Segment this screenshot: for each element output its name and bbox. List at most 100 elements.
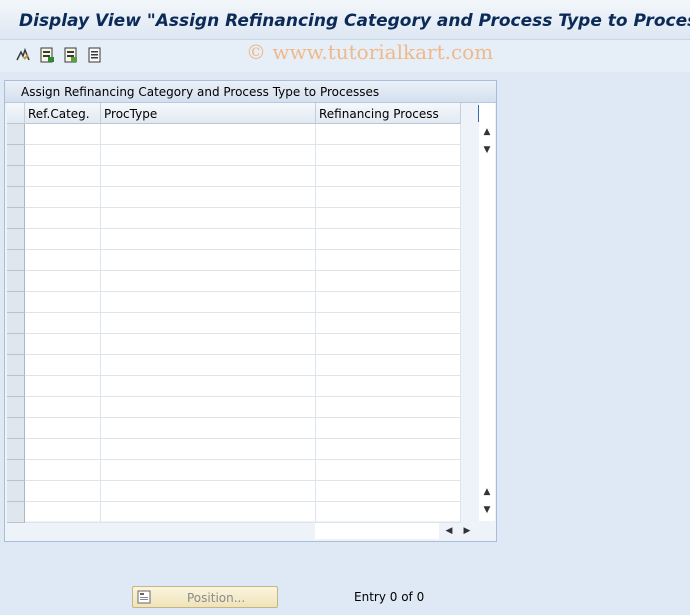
table-row[interactable] (7, 208, 461, 229)
table-cell[interactable] (101, 271, 316, 292)
table-cell[interactable] (101, 439, 316, 460)
table-cell[interactable] (25, 376, 101, 397)
table-cell[interactable] (25, 502, 101, 523)
row-selector[interactable] (7, 208, 25, 229)
table-cell[interactable] (316, 313, 461, 334)
table-cell[interactable] (25, 145, 101, 166)
table-cell[interactable] (316, 208, 461, 229)
table-row[interactable] (7, 355, 461, 376)
edit-glasses-icon[interactable] (15, 47, 31, 63)
row-selector[interactable] (7, 187, 25, 208)
table-cell[interactable] (25, 229, 101, 250)
table-cell[interactable] (316, 397, 461, 418)
column-header-proc-type[interactable]: ProcType (101, 103, 316, 124)
table-cell[interactable] (316, 481, 461, 502)
row-selector[interactable] (7, 124, 25, 145)
page-down-icon[interactable]: ▼ (479, 143, 495, 157)
row-selector[interactable] (7, 502, 25, 523)
page-up-icon[interactable]: ▲ (479, 485, 495, 499)
table-cell[interactable] (25, 124, 101, 145)
table-cell[interactable] (101, 229, 316, 250)
row-selector[interactable] (7, 229, 25, 250)
column-header-refinancing-process[interactable]: Refinancing Process (316, 103, 461, 124)
table-cell[interactable] (316, 271, 461, 292)
table-cell[interactable] (316, 460, 461, 481)
table-row[interactable] (7, 229, 461, 250)
details-icon[interactable] (63, 47, 79, 63)
table-cell[interactable] (25, 187, 101, 208)
table-cell[interactable] (101, 334, 316, 355)
table-cell[interactable] (101, 397, 316, 418)
row-selector[interactable] (7, 292, 25, 313)
table-row[interactable] (7, 166, 461, 187)
table-row[interactable] (7, 502, 461, 523)
table-row[interactable] (7, 187, 461, 208)
table-row[interactable] (7, 124, 461, 145)
scroll-up-icon[interactable]: ▲ (479, 125, 495, 139)
table-cell[interactable] (25, 460, 101, 481)
table-cell[interactable] (316, 292, 461, 313)
row-selector[interactable] (7, 334, 25, 355)
horizontal-scroll-track[interactable] (315, 523, 439, 539)
table-cell[interactable] (101, 292, 316, 313)
scroll-right-icon[interactable]: ▶ (459, 524, 475, 538)
print-icon[interactable] (87, 47, 103, 63)
table-cell[interactable] (101, 502, 316, 523)
table-row[interactable] (7, 460, 461, 481)
table-row[interactable] (7, 313, 461, 334)
table-cell[interactable] (101, 355, 316, 376)
table-row[interactable] (7, 439, 461, 460)
table-row[interactable] (7, 376, 461, 397)
table-cell[interactable] (316, 418, 461, 439)
table-cell[interactable] (316, 334, 461, 355)
table-cell[interactable] (316, 439, 461, 460)
table-cell[interactable] (316, 250, 461, 271)
vertical-scrollbar[interactable]: ▲ ▼ ▲ ▼ (479, 103, 495, 521)
table-row[interactable] (7, 397, 461, 418)
row-selector[interactable] (7, 313, 25, 334)
table-cell[interactable] (25, 418, 101, 439)
table-row[interactable] (7, 292, 461, 313)
table-cell[interactable] (25, 271, 101, 292)
row-selector[interactable] (7, 439, 25, 460)
table-cell[interactable] (101, 208, 316, 229)
scroll-down-icon[interactable]: ▼ (479, 503, 495, 517)
table-row[interactable] (7, 250, 461, 271)
table-cell[interactable] (25, 166, 101, 187)
table-cell[interactable] (25, 208, 101, 229)
table-cell[interactable] (25, 250, 101, 271)
table-cell[interactable] (316, 145, 461, 166)
table-row[interactable] (7, 334, 461, 355)
table-cell[interactable] (25, 439, 101, 460)
row-selector[interactable] (7, 376, 25, 397)
position-button[interactable]: Position... (132, 586, 278, 608)
select-all-rows-cell[interactable] (7, 103, 25, 124)
row-selector[interactable] (7, 250, 25, 271)
table-cell[interactable] (101, 313, 316, 334)
table-cell[interactable] (25, 292, 101, 313)
row-selector[interactable] (7, 355, 25, 376)
scroll-left-icon[interactable]: ◀ (441, 524, 457, 538)
row-selector[interactable] (7, 397, 25, 418)
table-cell[interactable] (316, 229, 461, 250)
table-cell[interactable] (316, 187, 461, 208)
table-row[interactable] (7, 145, 461, 166)
table-cell[interactable] (25, 334, 101, 355)
table-row[interactable] (7, 481, 461, 502)
table-cell[interactable] (101, 187, 316, 208)
table-cell[interactable] (101, 145, 316, 166)
table-cell[interactable] (316, 376, 461, 397)
table-row[interactable] (7, 418, 461, 439)
row-selector[interactable] (7, 166, 25, 187)
table-cell[interactable] (101, 418, 316, 439)
table-cell[interactable] (101, 166, 316, 187)
select-all-icon[interactable] (39, 47, 55, 63)
table-cell[interactable] (25, 313, 101, 334)
row-selector[interactable] (7, 460, 25, 481)
table-cell[interactable] (25, 355, 101, 376)
table-cell[interactable] (316, 355, 461, 376)
table-cell[interactable] (25, 397, 101, 418)
column-header-ref-categ[interactable]: Ref.Categ. (25, 103, 101, 124)
table-cell[interactable] (316, 502, 461, 523)
table-cell[interactable] (101, 250, 316, 271)
